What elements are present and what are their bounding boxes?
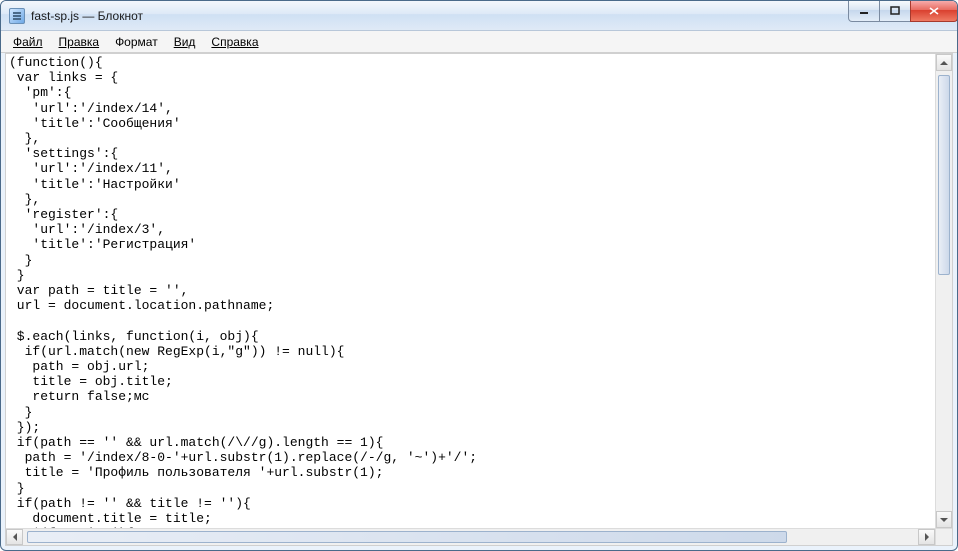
client-area: (function(){ var links = { 'pm':{ 'url':…	[5, 53, 953, 546]
vscroll-thumb[interactable]	[938, 75, 950, 275]
editor-wrap: (function(){ var links = { 'pm':{ 'url':…	[6, 54, 952, 545]
scrollbar-corner	[935, 528, 952, 545]
minimize-icon	[859, 6, 869, 16]
chevron-right-icon	[925, 533, 933, 541]
scroll-up-button[interactable]	[936, 54, 952, 71]
maximize-button[interactable]	[879, 1, 911, 22]
chevron-down-icon	[940, 518, 948, 526]
scroll-right-button[interactable]	[918, 529, 935, 545]
text-editor[interactable]: (function(){ var links = { 'pm':{ 'url':…	[6, 54, 935, 528]
chevron-left-icon	[9, 533, 17, 541]
menu-help[interactable]: Справка	[203, 31, 266, 52]
close-button[interactable]	[910, 1, 958, 22]
minimize-button[interactable]	[848, 1, 880, 22]
close-icon	[928, 6, 940, 16]
titlebar[interactable]: fast-sp.js — Блокнот	[1, 1, 957, 31]
hscroll-track[interactable]	[23, 529, 918, 545]
scroll-left-button[interactable]	[6, 529, 23, 545]
menu-edit[interactable]: Правка	[51, 31, 108, 52]
vscroll-track[interactable]	[936, 71, 952, 511]
notepad-icon	[9, 8, 25, 24]
scroll-down-button[interactable]	[936, 511, 952, 528]
menu-format[interactable]: Формат	[107, 31, 166, 52]
vertical-scrollbar[interactable]	[935, 54, 952, 528]
menu-view[interactable]: Вид	[166, 31, 204, 52]
hscroll-thumb[interactable]	[27, 531, 787, 543]
notepad-window: fast-sp.js — Блокнот Файл Правка Формат …	[0, 0, 958, 551]
window-controls	[849, 1, 958, 22]
maximize-icon	[890, 6, 900, 16]
menu-file[interactable]: Файл	[5, 31, 51, 52]
menubar: Файл Правка Формат Вид Справка	[1, 31, 957, 53]
window-title: fast-sp.js — Блокнот	[31, 9, 143, 23]
chevron-up-icon	[940, 57, 948, 65]
horizontal-scrollbar[interactable]	[6, 528, 935, 545]
